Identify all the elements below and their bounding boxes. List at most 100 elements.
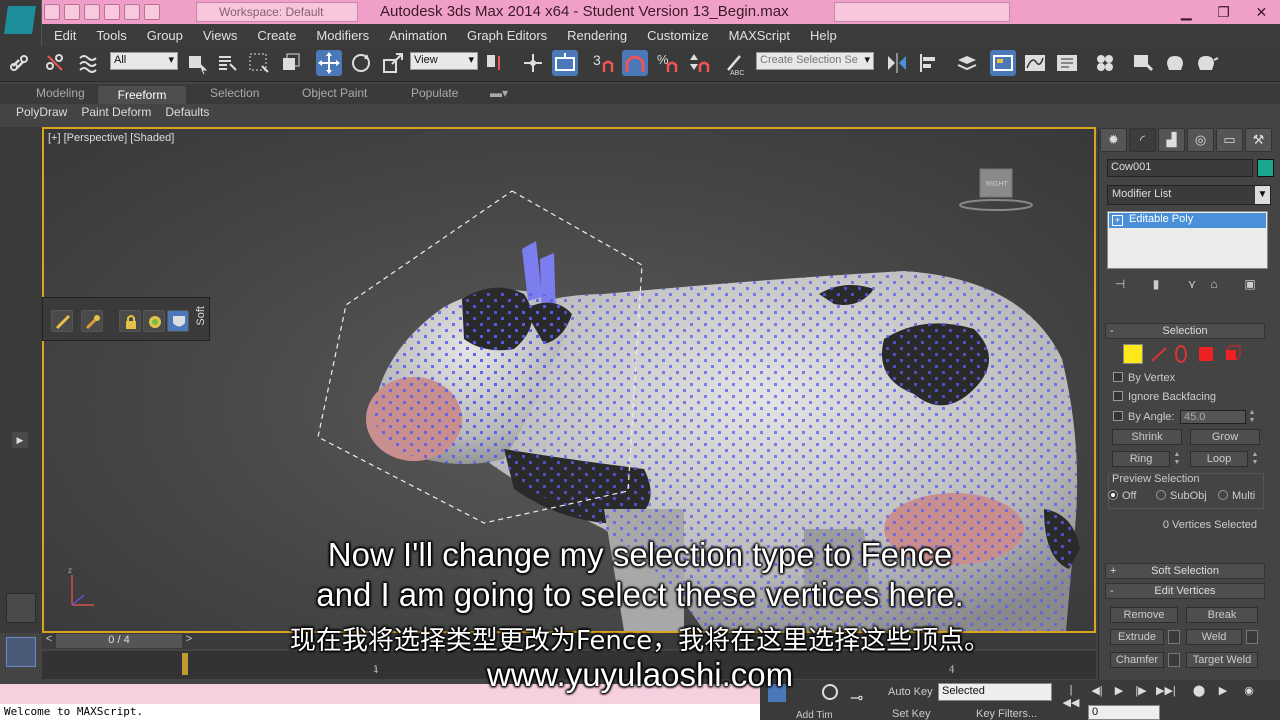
tab-object-paint[interactable]: Object Paint xyxy=(302,86,367,100)
ring-button[interactable]: Ring xyxy=(1112,451,1170,467)
menu-views[interactable]: Views xyxy=(193,28,247,43)
preview-off-radio[interactable]: Off xyxy=(1108,490,1136,502)
preview-multi-radio[interactable]: Multi xyxy=(1218,490,1255,502)
window-crossing-icon[interactable] xyxy=(278,50,304,76)
unlink-icon[interactable] xyxy=(42,50,68,76)
menu-graph-editors[interactable]: Graph Editors xyxy=(457,28,557,43)
bind-to-space-warp-icon[interactable] xyxy=(76,50,102,76)
save-file-icon[interactable] xyxy=(84,4,100,20)
percent-snap-icon[interactable]: % xyxy=(654,50,680,76)
tab-freeform[interactable]: Freeform xyxy=(98,86,186,104)
new-file-icon[interactable] xyxy=(44,4,60,20)
select-and-scale-icon[interactable] xyxy=(380,50,406,76)
infocenter-search-input[interactable] xyxy=(834,2,1010,22)
maxscript-mini-listener[interactable]: Welcome to MAXScript. xyxy=(0,704,760,720)
modifier-list-dropdown[interactable]: Modifier List xyxy=(1107,185,1271,205)
angle-snap-icon[interactable] xyxy=(622,50,648,76)
menu-rendering[interactable]: Rendering xyxy=(557,28,637,43)
stack-item-editable-poly[interactable]: Editable Poly xyxy=(1109,213,1266,228)
select-and-manipulate-icon[interactable] xyxy=(520,50,546,76)
material-editor-icon[interactable] xyxy=(1092,50,1118,76)
shrink-button[interactable]: Shrink xyxy=(1112,429,1182,445)
motion-tab-icon[interactable]: ◎ xyxy=(1187,128,1214,152)
project-folder-icon[interactable] xyxy=(144,4,160,20)
mirror-icon[interactable] xyxy=(884,50,910,76)
spinner-snap-icon[interactable] xyxy=(686,50,712,76)
element-level-icon[interactable] xyxy=(1221,344,1241,364)
preview-subobj-radio[interactable]: SubObj xyxy=(1156,490,1207,502)
brush-icon[interactable] xyxy=(51,310,73,332)
configure-modifier-sets-icon[interactable]: ▣ xyxy=(1241,277,1259,295)
angle-spinner-input[interactable]: 45.0 xyxy=(1180,410,1246,424)
subtab-paint-deform[interactable]: Paint Deform xyxy=(77,104,156,122)
menu-create[interactable]: Create xyxy=(247,28,306,43)
menu-tools[interactable]: Tools xyxy=(86,28,136,43)
redo-icon[interactable] xyxy=(124,4,140,20)
close-button[interactable]: ✕ xyxy=(1255,4,1267,21)
add-time-tag[interactable]: Add Tim xyxy=(796,710,833,720)
render-production-icon[interactable] xyxy=(1194,50,1220,76)
rendered-frame-window-icon[interactable] xyxy=(1162,50,1188,76)
graphite-modeling-tools-icon[interactable] xyxy=(990,50,1016,76)
menu-modifiers[interactable]: Modifiers xyxy=(306,28,379,43)
object-color-swatch[interactable] xyxy=(1257,159,1274,177)
make-unique-icon[interactable]: ⋎ xyxy=(1183,277,1201,295)
menu-customize[interactable]: Customize xyxy=(637,28,718,43)
use-pivot-center-icon[interactable] xyxy=(482,50,508,76)
select-and-rotate-icon[interactable] xyxy=(348,50,374,76)
tab-populate[interactable]: Populate xyxy=(411,86,458,100)
viewcube[interactable]: RIGHT xyxy=(958,167,1038,213)
expand-plus-icon[interactable]: + xyxy=(1112,215,1123,226)
border-level-icon[interactable] xyxy=(1171,344,1191,364)
minimize-button[interactable]: ▁ xyxy=(1181,4,1192,21)
expand-layouts-arrow-icon[interactable]: ▶ xyxy=(12,432,28,448)
ignore-backfacing-checkbox[interactable]: Ignore Backfacing xyxy=(1113,391,1216,403)
menu-edit[interactable]: Edit xyxy=(44,28,86,43)
vertex-level-icon[interactable] xyxy=(1123,344,1143,364)
polygon-level-icon[interactable] xyxy=(1199,347,1213,361)
menu-maxscript[interactable]: MAXScript xyxy=(719,28,800,43)
fence-selection-region-icon[interactable] xyxy=(246,50,272,76)
menu-help[interactable]: Help xyxy=(800,28,847,43)
keyboard-shortcut-override-icon[interactable] xyxy=(552,50,578,76)
snaps-toggle-icon[interactable]: 3 xyxy=(590,50,616,76)
select-by-name-icon[interactable] xyxy=(214,50,240,76)
subtab-defaults[interactable]: Defaults xyxy=(161,104,214,122)
loop-button[interactable]: Loop xyxy=(1190,451,1248,467)
utilities-tab-icon[interactable]: ⚒ xyxy=(1245,128,1272,152)
edge-level-icon[interactable] xyxy=(1149,344,1169,364)
current-frame-input[interactable]: 0 xyxy=(1088,705,1160,720)
grow-button[interactable]: Grow xyxy=(1190,429,1260,445)
open-file-icon[interactable] xyxy=(64,4,80,20)
workspace-dropdown[interactable]: Workspace: Default xyxy=(196,2,358,22)
selection-filter-dropdown[interactable]: All xyxy=(110,52,178,70)
named-selection-set-dropdown[interactable]: Create Selection Se xyxy=(756,52,874,70)
tab-modeling[interactable]: Modeling xyxy=(36,86,85,100)
restore-button[interactable]: ❐ xyxy=(1217,4,1230,21)
align-icon[interactable] xyxy=(916,50,942,76)
curve-editor-icon[interactable] xyxy=(1022,50,1048,76)
undo-icon[interactable] xyxy=(104,4,120,20)
select-and-link-icon[interactable] xyxy=(8,50,34,76)
ribbon-options-icon[interactable]: ▬▾ xyxy=(490,86,508,100)
chevron-down-icon[interactable]: ▼ xyxy=(1255,186,1270,204)
schematic-view-icon[interactable] xyxy=(1054,50,1080,76)
angle-spinner-arrows[interactable]: ▲ ▼ xyxy=(1248,409,1256,425)
select-object-icon[interactable] xyxy=(184,50,210,76)
set-key-button[interactable]: Set Key xyxy=(892,708,931,720)
layer-manager-icon[interactable] xyxy=(954,50,980,76)
app-menu-button[interactable] xyxy=(0,0,42,46)
by-angle-checkbox[interactable]: By Angle: xyxy=(1113,411,1174,423)
display-tab-icon[interactable]: ▭ xyxy=(1216,128,1243,152)
ring-spinner[interactable]: ▲ ▼ xyxy=(1173,451,1181,467)
select-and-move-icon[interactable] xyxy=(316,50,342,76)
lock-icon[interactable] xyxy=(119,310,141,332)
pin-stack-icon[interactable]: ⊣ xyxy=(1111,277,1129,295)
object-name-field[interactable]: Cow001 xyxy=(1107,159,1253,177)
by-vertex-checkbox[interactable]: By Vertex xyxy=(1113,372,1175,384)
edit-named-selection-icon[interactable]: ABC xyxy=(722,50,748,77)
soft-selection-shield-icon[interactable] xyxy=(167,310,189,332)
menu-group[interactable]: Group xyxy=(137,28,193,43)
render-setup-icon[interactable] xyxy=(1130,50,1156,76)
paint-deform-icon[interactable] xyxy=(81,310,103,332)
